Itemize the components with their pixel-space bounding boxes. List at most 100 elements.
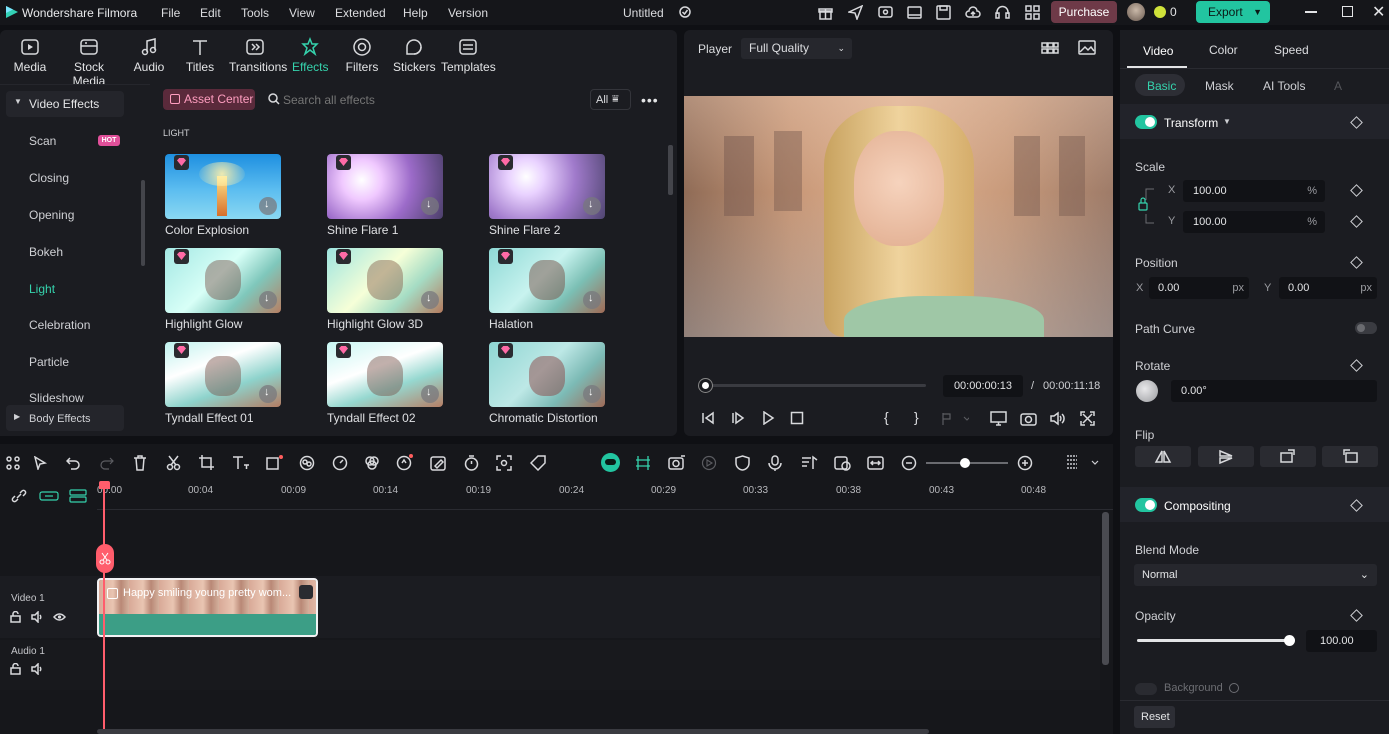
subtab-mask[interactable]: Mask xyxy=(1205,79,1234,93)
shape-tool-icon[interactable] xyxy=(266,454,284,471)
zoom-out-icon[interactable] xyxy=(901,455,917,471)
scale-y-input[interactable]: 100.00 % xyxy=(1183,211,1325,233)
search-input[interactable] xyxy=(283,90,573,110)
subtab-basic[interactable]: Basic xyxy=(1135,74,1185,96)
headset-icon[interactable] xyxy=(995,5,1010,20)
current-time[interactable]: 00:00:00:13 xyxy=(943,375,1023,397)
filter-all-button[interactable]: All ⩸ xyxy=(590,89,631,110)
minimize-icon[interactable] xyxy=(1305,11,1317,13)
rotate-right-button[interactable] xyxy=(1260,446,1316,467)
playback-track[interactable] xyxy=(698,379,926,392)
download-icon[interactable] xyxy=(259,385,277,403)
purchase-button[interactable]: Purchase xyxy=(1051,1,1117,23)
snap-magnet-icon[interactable] xyxy=(635,455,651,471)
timeline-horizontal-scrollbar[interactable] xyxy=(97,729,929,734)
text-tool-icon[interactable] xyxy=(232,455,250,470)
link-icon[interactable] xyxy=(11,489,27,503)
camera-icon[interactable] xyxy=(1020,411,1037,426)
maximize-icon[interactable] xyxy=(1342,6,1353,17)
menu-view[interactable]: View xyxy=(289,6,315,20)
add-audio-track-icon[interactable] xyxy=(69,488,87,504)
category-scan[interactable]: Scan xyxy=(29,134,56,148)
next-frame-icon[interactable] xyxy=(731,411,745,425)
tab-titles[interactable]: Titles xyxy=(182,36,218,74)
color-match-icon[interactable] xyxy=(364,455,380,471)
tab-speed[interactable]: Speed xyxy=(1274,43,1309,57)
export-button[interactable]: Export ▼ xyxy=(1196,1,1270,23)
ai-assistant-icon[interactable] xyxy=(601,453,620,472)
delete-trash-icon[interactable] xyxy=(133,455,147,471)
display-monitor-icon[interactable] xyxy=(990,411,1007,426)
download-icon[interactable] xyxy=(259,197,277,215)
gift-icon[interactable] xyxy=(818,5,833,20)
mark-out-icon[interactable]: } xyxy=(914,409,919,425)
lock-icon[interactable] xyxy=(1136,186,1158,226)
keyframe-tag-icon[interactable] xyxy=(530,455,548,471)
opacity-input[interactable]: 100.00 xyxy=(1306,630,1377,652)
subtab-ai-tools[interactable]: AI Tools xyxy=(1263,79,1305,93)
effect-card[interactable]: Shine Flare 2 xyxy=(489,154,607,237)
edit-image-icon[interactable] xyxy=(430,455,446,471)
compositing-header[interactable] xyxy=(1120,487,1389,522)
download-icon[interactable] xyxy=(421,197,439,215)
crop-icon[interactable] xyxy=(199,455,214,470)
audio-mix-icon[interactable] xyxy=(801,455,818,471)
menu-version[interactable]: Version xyxy=(448,6,488,20)
split-scissors-button[interactable] xyxy=(96,544,114,573)
lock-track-icon[interactable] xyxy=(10,663,21,675)
category-particle[interactable]: Particle xyxy=(29,355,69,369)
zoom-slider-track[interactable] xyxy=(926,458,1008,468)
user-avatar[interactable] xyxy=(1127,3,1145,21)
feedback-icon[interactable] xyxy=(878,5,893,20)
effect-card[interactable]: Highlight Glow 3D xyxy=(327,248,445,331)
ai-color-icon[interactable] xyxy=(299,455,315,471)
eye-icon[interactable] xyxy=(53,612,66,622)
flip-horizontal-button[interactable] xyxy=(1135,446,1191,467)
menu-edit[interactable]: Edit xyxy=(200,6,221,20)
download-icon[interactable] xyxy=(583,385,601,403)
add-video-track-icon[interactable] xyxy=(39,489,59,503)
previous-frame-icon[interactable] xyxy=(701,411,715,425)
speed-dial-icon[interactable] xyxy=(332,455,348,471)
track-options-icon[interactable] xyxy=(1065,454,1101,472)
play-icon[interactable] xyxy=(761,411,775,425)
zoom-slider-handle[interactable] xyxy=(960,458,970,468)
opacity-slider-handle[interactable] xyxy=(1284,635,1295,646)
effect-card[interactable]: Chromatic Distortion xyxy=(489,342,607,425)
mute-speaker-icon[interactable] xyxy=(31,663,44,675)
rotate-left-button[interactable] xyxy=(1322,446,1378,467)
tab-filters[interactable]: Filters xyxy=(344,36,380,74)
send-icon[interactable] xyxy=(848,5,863,20)
tab-audio[interactable]: Audio xyxy=(130,36,168,74)
grid-view-icon[interactable] xyxy=(1041,41,1059,55)
tab-color[interactable]: Color xyxy=(1209,43,1238,57)
tab-effects[interactable]: Effects xyxy=(292,36,328,74)
tab-video[interactable]: Video xyxy=(1127,34,1187,68)
position-y-input[interactable]: 0.00 px xyxy=(1279,277,1377,299)
effect-card[interactable]: Color Explosion xyxy=(165,154,283,237)
more-options-icon[interactable]: ••• xyxy=(641,92,659,108)
cloud-upload-icon[interactable] xyxy=(965,5,981,20)
mute-speaker-icon[interactable] xyxy=(31,611,44,623)
category-celebration[interactable]: Celebration xyxy=(29,318,90,332)
reset-button[interactable]: Reset xyxy=(1134,706,1175,728)
zoom-in-icon[interactable] xyxy=(1017,455,1033,471)
opacity-slider-track[interactable] xyxy=(1137,635,1295,646)
select-arrow-icon[interactable] xyxy=(33,456,49,470)
close-icon[interactable]: ✕ xyxy=(1372,2,1385,22)
save-icon[interactable] xyxy=(936,5,951,20)
tab-stickers[interactable]: Stickers xyxy=(393,36,436,74)
replace-clip-icon[interactable] xyxy=(834,455,851,471)
snapshot-image-icon[interactable] xyxy=(1078,40,1096,55)
timeline-vertical-scrollbar[interactable] xyxy=(1102,512,1109,665)
play-preview-icon[interactable] xyxy=(701,455,717,471)
microphone-icon[interactable] xyxy=(768,455,782,471)
path-curve-toggle[interactable] xyxy=(1355,322,1377,334)
shield-icon[interactable] xyxy=(735,455,750,471)
flip-vertical-button[interactable] xyxy=(1198,446,1254,467)
category-slideshow[interactable]: Slideshow xyxy=(29,391,84,402)
scissors-icon[interactable] xyxy=(166,455,181,471)
video-effects-group[interactable]: ▼ Video Effects xyxy=(6,91,124,117)
fullscreen-icon[interactable] xyxy=(1080,411,1095,426)
undo-icon[interactable] xyxy=(66,456,80,470)
